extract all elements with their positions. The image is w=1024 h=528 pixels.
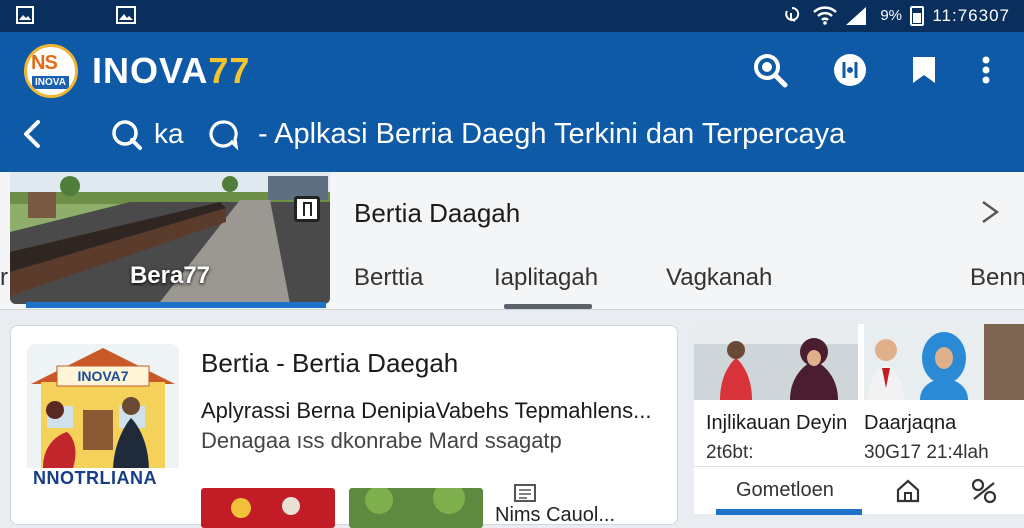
side-date-1: 2t6bt:: [706, 442, 754, 463]
quick-label[interactable]: ka: [154, 118, 184, 150]
hero-active-indicator: [26, 302, 326, 308]
side-photo-2-image: [864, 324, 1024, 400]
logo-letters: NS: [31, 52, 58, 74]
battery-percent: 9%: [880, 7, 902, 24]
quick-search-icon[interactable]: [110, 118, 144, 152]
app-bar: NS INOVA INOVA77 ka - Aplkasi Berria Dae…: [0, 32, 1024, 172]
mini-photo-2: [349, 488, 483, 528]
hero-label: Bera77: [129, 262, 211, 289]
close-icon[interactable]: [975, 196, 1005, 226]
signal-icon: [846, 7, 866, 25]
panel-title: Bertia Daagah: [354, 198, 521, 228]
tab-berttia[interactable]: Berttia: [354, 264, 423, 292]
app-title: INOVA77: [92, 50, 250, 92]
mini-thumb-1[interactable]: [201, 488, 335, 528]
app-logo[interactable]: NS INOVA: [24, 44, 78, 98]
gallery-notification-icon: [116, 6, 136, 24]
media-badge-icon: [294, 196, 320, 222]
home-icon[interactable]: [894, 477, 922, 505]
wifi-icon: [813, 6, 837, 25]
more-menu-icon[interactable]: [966, 50, 1006, 90]
vibrate-icon: [785, 6, 800, 22]
side-photo-2[interactable]: [864, 324, 1024, 400]
side-active-indicator: [716, 509, 862, 515]
back-arrow-icon[interactable]: [16, 114, 48, 154]
mini-label[interactable]: Nims Cauol...: [495, 504, 615, 527]
bookmark-icon[interactable]: [904, 50, 944, 90]
logo-subtext: INOVA: [32, 76, 69, 89]
tab-active-indicator: [504, 304, 592, 309]
side-bottom-label[interactable]: Gometloen: [736, 479, 834, 502]
side-caption-2[interactable]: Daarjaqna: [864, 412, 956, 435]
tab-benn[interactable]: Benn: [970, 264, 1024, 292]
status-bar: 9% 11:76307: [0, 0, 1024, 32]
side-caption-1[interactable]: Injlikauan Deyin: [706, 412, 847, 435]
news-card[interactable]: INOVA7 NNOTRLIANA Bertia - Bertia Daegah…: [10, 325, 678, 528]
page-title: - Aplkasi Berria Daegh Terkini dan Terpe…: [258, 118, 846, 150]
share-link-icon[interactable]: [970, 477, 998, 505]
mini-thumb-2[interactable]: [349, 488, 483, 528]
side-bottom-bar: Gometloen: [694, 466, 1024, 515]
hero-image[interactable]: Bera77: [10, 172, 330, 304]
chat-bubble-icon[interactable]: [206, 118, 240, 152]
card-subtext: Denagaa ıss dkonrabe Mard ssagatp: [201, 428, 562, 453]
brand-name: INOVA: [92, 50, 209, 91]
compass-icon[interactable]: [830, 50, 870, 90]
image-notification-icon: [16, 6, 34, 24]
mini-photo-1: [201, 488, 335, 528]
clock: 11:76307: [932, 6, 1010, 25]
thumb-sign-text: INOVA7: [77, 368, 128, 384]
side-photo-1-image: [694, 324, 858, 400]
side-news-panel: Injlikauan Deyin Daarjaqna 2t6bt: 30G17 …: [694, 324, 1024, 515]
tab-vagkanah[interactable]: Vagkanah: [666, 264, 772, 292]
sub-header: ka - Aplkasi Berria Daegh Terkini dan Te…: [0, 104, 1024, 164]
search-icon[interactable]: [750, 50, 790, 90]
thumb-caption: NNOTRLIANA: [33, 468, 157, 488]
brand-suffix: 77: [208, 50, 251, 91]
card-summary: Aplyrassi Berna DenipiaVabehs Tepmahlens…: [201, 398, 652, 423]
battery-icon: [910, 6, 924, 26]
side-date-2: 30G17 21:4lah: [864, 442, 989, 463]
tab-iaplitagah[interactable]: Iaplitagah: [494, 264, 598, 292]
side-photo-1[interactable]: [694, 324, 858, 400]
category-panel: Bera77 Bertia Daagah r Berttia Iaplitaga…: [0, 172, 1024, 310]
tab-partial-left[interactable]: r: [0, 264, 8, 292]
newspaper-icon[interactable]: [513, 482, 537, 504]
card-title: Bertia - Bertia Daegah: [201, 348, 459, 378]
